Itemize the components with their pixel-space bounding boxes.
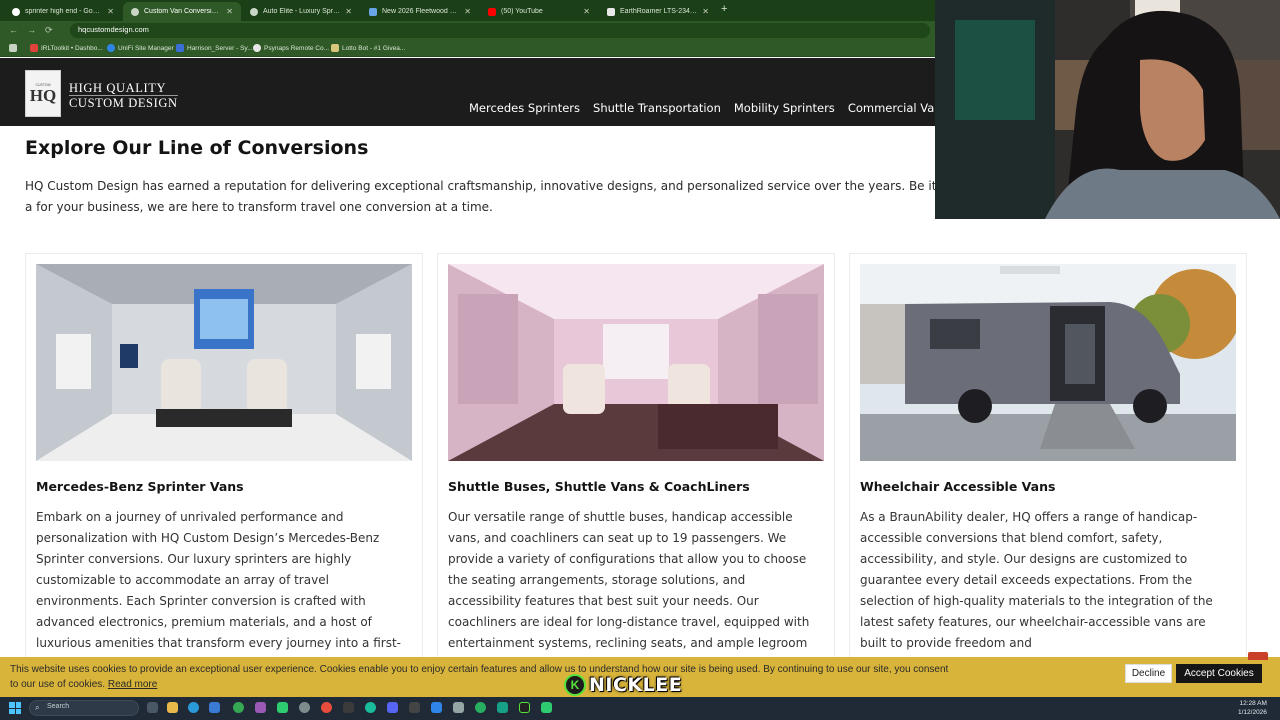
- logo-line-1: HIGH QUALITY: [69, 81, 167, 95]
- card-title[interactable]: Wheelchair Accessible Vans: [860, 479, 1055, 494]
- app-icon[interactable]: [453, 702, 464, 713]
- shuttle-interior-photo[interactable]: [448, 264, 824, 461]
- wheelchair-van-photo[interactable]: [860, 264, 1236, 461]
- tab-title: sprinter high end - Google Sea: [25, 8, 102, 15]
- close-icon[interactable]: ✕: [226, 7, 233, 16]
- app-icon[interactable]: [343, 702, 354, 713]
- app-icon[interactable]: [321, 702, 332, 713]
- card-title[interactable]: Mercedes-Benz Sprinter Vans: [36, 479, 244, 494]
- chrome-icon[interactable]: [233, 702, 244, 713]
- app-icon[interactable]: [431, 702, 442, 713]
- read-more-link[interactable]: Read more: [108, 679, 157, 690]
- cookie-message: This website uses cookies to provide an …: [10, 662, 950, 692]
- scroll-to-top-button[interactable]: [1248, 652, 1268, 660]
- intro-paragraph: HQ Custom Design has earned a reputation…: [25, 179, 937, 214]
- close-icon[interactable]: ✕: [464, 7, 471, 16]
- app-icon[interactable]: [475, 702, 486, 713]
- page-title: Explore Our Line of Conversions: [25, 137, 369, 159]
- card-shuttle-buses[interactable]: Shuttle Buses, Shuttle Vans & CoachLiner…: [437, 253, 835, 663]
- close-icon[interactable]: ✕: [702, 7, 709, 16]
- card-wheelchair-accessible[interactable]: Wheelchair Accessible Vans As a BraunAbi…: [849, 253, 1247, 663]
- new-tab-button[interactable]: +: [721, 3, 727, 15]
- logo-wordmark[interactable]: HIGH QUALITY CUSTOM DESIGN: [69, 81, 178, 110]
- logo-mark: HQ: [29, 86, 57, 105]
- google-icon: [12, 7, 20, 16]
- tab-title: Custom Van Conversions & Bui: [144, 8, 222, 15]
- card-description: Our versatile range of shuttle buses, ha…: [448, 510, 810, 662]
- earthroamer-icon: [607, 7, 615, 16]
- bookmark-psynaps[interactable]: Psynaps Remote Co...: [253, 44, 329, 52]
- tab-fleetwood-rv[interactable]: New 2026 Fleetwood RV Fortis ✕: [361, 2, 479, 21]
- card-mercedes-sprinter[interactable]: Mercedes-Benz Sprinter Vans Embark on a …: [25, 253, 423, 663]
- app-icon[interactable]: [541, 702, 552, 713]
- bookmark-unifi[interactable]: UniFi Site Manager: [107, 44, 174, 52]
- address-bar[interactable]: [70, 23, 930, 38]
- webcam-overlay: [935, 0, 1280, 219]
- hq-icon: [131, 7, 139, 16]
- forward-icon[interactable]: →: [27, 25, 36, 35]
- store-icon[interactable]: [209, 702, 220, 713]
- globe-icon: [250, 7, 258, 16]
- app-icon[interactable]: [497, 702, 508, 713]
- system-clock[interactable]: 12:28 AM 1/12/2026: [1238, 699, 1267, 717]
- site-logo[interactable]: CUSTOM HQ: [25, 70, 61, 117]
- app-icon[interactable]: [277, 702, 288, 713]
- app-icon[interactable]: [519, 702, 530, 713]
- card-description: As a BraunAbility dealer, HQ offers a ra…: [860, 510, 1213, 650]
- mercedes-interior-photo[interactable]: [36, 264, 412, 461]
- main-nav: Mercedes Sprinters Shuttle Transportatio…: [469, 101, 987, 115]
- tab-custom-van-conversions[interactable]: Custom Van Conversions & Bui ✕: [123, 2, 241, 21]
- windows-start-icon[interactable]: [9, 702, 21, 714]
- youtube-icon: [488, 7, 496, 16]
- tab-title: (50) YouTube: [501, 8, 543, 15]
- decline-button[interactable]: Decline: [1125, 664, 1172, 683]
- tab-google-search[interactable]: sprinter high end - Google Sea ✕: [4, 2, 122, 21]
- nav-shuttle-transportation[interactable]: Shuttle Transportation: [593, 101, 721, 115]
- back-icon[interactable]: ←: [9, 25, 18, 35]
- clock-time: 12:28 AM: [1239, 700, 1267, 707]
- bookmark-irltoolkit[interactable]: IRLToolkit • Dashbo...: [30, 44, 103, 52]
- close-icon[interactable]: ✕: [107, 7, 114, 16]
- search-placeholder: Search: [47, 703, 70, 710]
- tab-title: New 2026 Fleetwood RV Fortis: [382, 8, 460, 15]
- task-view-icon[interactable]: [147, 702, 158, 713]
- nav-commercial-vans[interactable]: Commercial Vans: [848, 101, 948, 115]
- edge-icon[interactable]: [188, 702, 199, 713]
- accept-cookies-button[interactable]: Accept Cookies: [1176, 664, 1262, 683]
- nav-mobility-sprinters[interactable]: Mobility Sprinters: [734, 101, 835, 115]
- search-icon: ⌕: [35, 703, 40, 712]
- clock-date: 1/12/2026: [1238, 709, 1267, 716]
- apps-icon[interactable]: [9, 44, 17, 52]
- reload-icon[interactable]: ⟳: [45, 25, 53, 36]
- tab-earthroamer[interactable]: EarthRoamer LTS-234: Travel Ca ✕: [599, 2, 717, 21]
- discord-icon[interactable]: [387, 702, 398, 713]
- bookmark-lotto-bot[interactable]: Lotto Bot - #1 Givea...: [331, 44, 405, 52]
- tab-title: Auto Elite - Luxury Sprinter Va: [263, 8, 341, 15]
- url-text[interactable]: hqcustomdesign.com: [78, 25, 149, 34]
- bookmark-harrison-server[interactable]: Harrison_Server - Sy...: [176, 44, 253, 52]
- tab-youtube[interactable]: (50) YouTube ✕: [480, 2, 598, 21]
- tab-auto-elite[interactable]: Auto Elite - Luxury Sprinter Va ✕: [242, 2, 360, 21]
- rv-icon: [369, 7, 377, 16]
- nav-mercedes-sprinters[interactable]: Mercedes Sprinters: [469, 101, 580, 115]
- file-explorer-icon[interactable]: [167, 702, 178, 713]
- app-icon[interactable]: [409, 702, 420, 713]
- brand-name: NICKLEE: [589, 674, 683, 696]
- taskbar-search[interactable]: ⌕ Search: [29, 700, 139, 716]
- logo-line-2: CUSTOM DESIGN: [69, 95, 178, 110]
- close-icon[interactable]: ✕: [583, 7, 590, 16]
- tab-title: EarthRoamer LTS-234: Travel Ca: [620, 8, 698, 15]
- card-title[interactable]: Shuttle Buses, Shuttle Vans & CoachLiner…: [448, 479, 750, 494]
- brand-logo-icon: K: [564, 674, 586, 696]
- streamer-brand-overlay: K NICKLEE: [564, 673, 682, 697]
- app-icon[interactable]: [255, 702, 266, 713]
- card-description: Embark on a journey of unrivaled perform…: [36, 510, 401, 650]
- obs-icon[interactable]: [299, 702, 310, 713]
- app-icon[interactable]: [365, 702, 376, 713]
- close-icon[interactable]: ✕: [345, 7, 352, 16]
